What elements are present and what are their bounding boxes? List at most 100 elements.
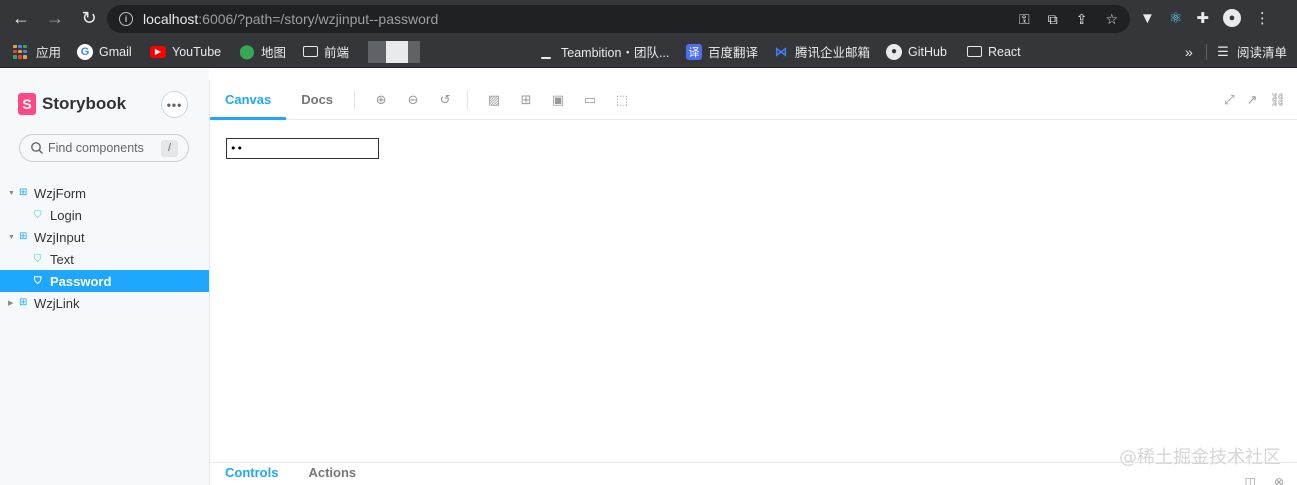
bookmark-gmail[interactable]: G Gmail bbox=[77, 43, 132, 60]
grid-icon[interactable]: ⊞ bbox=[510, 80, 542, 120]
youtube-icon: ▶ bbox=[150, 45, 166, 58]
storybook-logo-icon: S bbox=[18, 93, 36, 115]
github-icon: ● bbox=[886, 43, 902, 60]
back-button[interactable]: ← bbox=[10, 7, 32, 29]
teambition-icon bbox=[541, 56, 551, 59]
tab-actions[interactable]: Actions bbox=[293, 465, 371, 485]
redacted-bookmarks bbox=[368, 41, 420, 63]
tab-canvas[interactable]: Canvas bbox=[210, 80, 287, 120]
share-icon[interactable]: ⇪ bbox=[1076, 11, 1088, 28]
reading-list-icon: ☰ bbox=[1217, 43, 1229, 59]
google-icon: G bbox=[77, 43, 93, 60]
translate-icon[interactable]: ⧉ bbox=[1048, 11, 1058, 28]
search-input[interactable]: Find components / bbox=[19, 134, 189, 162]
bookmark-label: GitHub bbox=[908, 44, 947, 59]
zoom-out-icon[interactable]: ⊖ bbox=[397, 80, 429, 120]
tree-label: WzjForm bbox=[34, 185, 86, 201]
viewport-icon[interactable]: ▣ bbox=[542, 80, 574, 120]
bookmark-icon: ⛉ bbox=[34, 209, 42, 221]
zoom-in-icon[interactable]: ⊕ bbox=[365, 80, 397, 120]
bookmark-star-icon[interactable]: ☆ bbox=[1105, 11, 1118, 28]
component-icon: ⊞ bbox=[19, 187, 28, 198]
bookmark-label: 百度翻译 bbox=[708, 46, 759, 60]
brand-name: Storybook bbox=[42, 94, 127, 113]
panel-orientation-icon[interactable]: ◫ bbox=[1245, 475, 1256, 485]
caret-right-icon: ▶ bbox=[8, 300, 14, 307]
sidebar-item-login[interactable]: ⛉ Login bbox=[0, 204, 209, 226]
story-canvas bbox=[210, 121, 1297, 462]
profile-avatar[interactable]: ● bbox=[1222, 9, 1241, 27]
bookmark-apps[interactable]: 应用 bbox=[13, 42, 61, 61]
address-bar[interactable]: i localhost:6006/?path=/story/wzjinput--… bbox=[107, 5, 1130, 33]
bookmark-label: Gmail bbox=[99, 44, 132, 59]
sidebar-item-password[interactable]: ⛉ Password bbox=[0, 270, 209, 292]
component-icon: ⊞ bbox=[19, 231, 28, 242]
bookmark-label: 应用 bbox=[36, 46, 62, 60]
bookmark-maps[interactable]: ⬤ 地图 bbox=[239, 42, 286, 61]
tree-label: WzjInput bbox=[34, 229, 85, 245]
vue-devtools-icon[interactable]: ▼ bbox=[1140, 10, 1155, 27]
bookmark-baidu-translate[interactable]: 译 百度翻译 bbox=[686, 42, 758, 61]
caret-down-icon: ▼ bbox=[8, 189, 15, 197]
tree-label: Password bbox=[50, 273, 112, 289]
open-new-tab-icon[interactable]: ↗ bbox=[1247, 92, 1258, 108]
browser-toolbar: ← → ↻ i localhost:6006/?path=/story/wzji… bbox=[0, 0, 1297, 36]
bookmark-tencent-mail[interactable]: ⋈ 腾讯企业邮箱 bbox=[773, 42, 871, 61]
password-input[interactable] bbox=[226, 138, 379, 159]
bookmark-label: 地图 bbox=[261, 46, 287, 60]
extensions-icon[interactable]: ✚ bbox=[1196, 9, 1209, 27]
bookmark-folder-react[interactable]: React bbox=[966, 44, 1021, 60]
background-icon[interactable]: ▨ bbox=[478, 80, 510, 120]
sidebar-item-wzjform[interactable]: ▼ ⊞ WzjForm bbox=[0, 182, 209, 204]
bookmark-label: 前端 bbox=[324, 46, 350, 60]
tab-docs[interactable]: Docs bbox=[286, 80, 348, 120]
tab-controls[interactable]: Controls bbox=[210, 465, 293, 485]
bookmark-folder-frontend[interactable]: 前端 bbox=[302, 42, 349, 61]
search-shortcut-badge: / bbox=[161, 139, 178, 157]
measure-icon[interactable]: ▭ bbox=[574, 80, 606, 120]
browser-menu-icon[interactable]: ⋮ bbox=[1255, 9, 1270, 27]
divider bbox=[1206, 44, 1207, 60]
bookmark-teambition[interactable]: Teambition・团队... bbox=[541, 42, 669, 61]
zoom-reset-icon[interactable]: ↺ bbox=[429, 80, 461, 120]
site-info-icon[interactable]: i bbox=[119, 12, 133, 26]
divider bbox=[467, 89, 469, 110]
react-devtools-icon[interactable]: ⚛ bbox=[1169, 9, 1182, 27]
tree-label: WzjLink bbox=[34, 295, 80, 311]
preview-toolbar: Canvas Docs ⊕ ⊖ ↺ ▨ ⊞ ▣ ▭ ⬚ ⤢ ↗ ⛓ bbox=[210, 80, 1297, 120]
bookmark-github[interactable]: ● GitHub bbox=[886, 43, 947, 60]
component-icon: ⊞ bbox=[19, 297, 28, 308]
copy-link-icon[interactable]: ⛓ bbox=[1269, 92, 1286, 108]
tree-label: Text bbox=[50, 251, 74, 267]
story-tree: ▼ ⊞ WzjForm ⛉ Login ▼ ⊞ WzjInput ⛉ Text … bbox=[0, 182, 209, 314]
close-panel-icon[interactable]: ⊗ bbox=[1274, 475, 1284, 485]
folder-icon bbox=[966, 46, 982, 57]
key-icon[interactable]: ⚿ bbox=[1019, 11, 1030, 28]
url-host: localhost bbox=[143, 11, 199, 27]
reload-button[interactable]: ↻ bbox=[78, 7, 100, 29]
bookmark-label: React bbox=[988, 44, 1021, 59]
preview-panel: Canvas Docs ⊕ ⊖ ↺ ▨ ⊞ ▣ ▭ ⬚ ⤢ ↗ ⛓ Contro… bbox=[209, 80, 1297, 485]
baidu-translate-icon: 译 bbox=[686, 43, 702, 60]
maps-icon: ⬤ bbox=[239, 43, 255, 59]
sidebar-item-wzjlink[interactable]: ▶ ⊞ WzjLink bbox=[0, 292, 209, 314]
folder-icon bbox=[302, 46, 318, 57]
url-path: :6006/?path=/story/wzjinput--password bbox=[198, 11, 439, 27]
bookmarks-overflow-button[interactable]: » bbox=[1185, 44, 1193, 60]
storybook-logo[interactable]: S Storybook bbox=[18, 93, 126, 115]
reading-list-label: 阅读清单 bbox=[1237, 46, 1288, 60]
search-icon bbox=[31, 142, 43, 154]
divider bbox=[354, 89, 356, 110]
bookmark-youtube[interactable]: ▶ YouTube bbox=[150, 45, 221, 59]
sidebar-menu-button[interactable]: ••• bbox=[161, 91, 188, 118]
forward-button[interactable]: → bbox=[44, 7, 66, 29]
outline-icon[interactable]: ⬚ bbox=[606, 80, 638, 120]
reading-list-button[interactable]: ☰ 阅读清单 bbox=[1215, 42, 1287, 61]
sidebar-item-text[interactable]: ⛉ Text bbox=[0, 248, 209, 270]
bookmark-label: YouTube bbox=[172, 44, 222, 59]
sidebar-item-wzjinput[interactable]: ▼ ⊞ WzjInput bbox=[0, 226, 209, 248]
bookmark-icon: ⛉ bbox=[34, 275, 42, 287]
fullscreen-icon[interactable]: ⤢ bbox=[1224, 92, 1234, 108]
bookmarks-bar: 应用 G Gmail ▶ YouTube ⬤ 地图 前端 Teambition・… bbox=[0, 36, 1297, 68]
search-placeholder: Find components bbox=[48, 141, 144, 155]
